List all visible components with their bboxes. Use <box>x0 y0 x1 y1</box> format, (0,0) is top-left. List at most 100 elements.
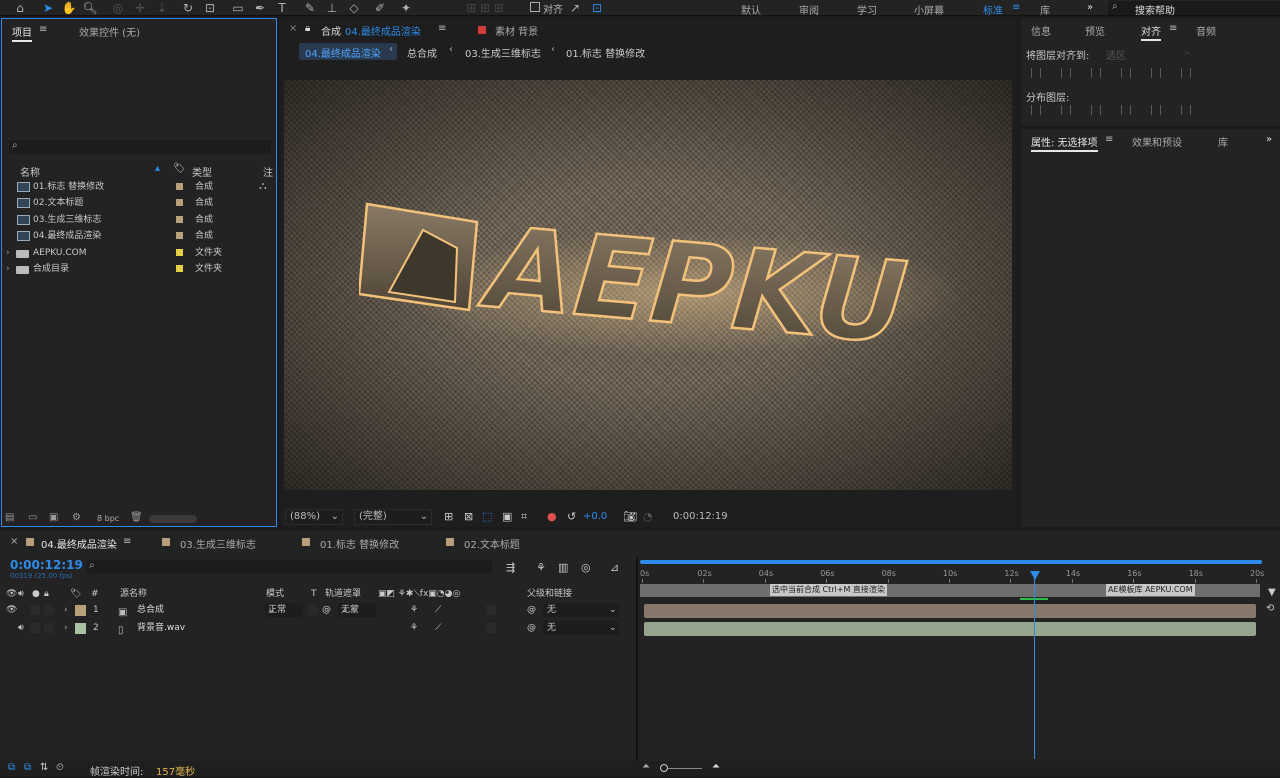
tab-effects-presets[interactable]: 效果和预设 <box>1132 134 1182 149</box>
draft-3d-icon[interactable]: ⚘ <box>536 561 546 574</box>
label-color-swatch[interactable] <box>176 232 183 240</box>
align-right-icon[interactable] <box>1091 68 1101 78</box>
parent-pickwhip-icon[interactable]: @ <box>527 620 536 637</box>
comp-tab-prefix[interactable]: 合成 <box>321 23 341 38</box>
blend-mode-dropdown[interactable]: 正常 ⌄ <box>265 603 303 617</box>
orbit-camera-icon[interactable]: ◎ <box>108 0 128 16</box>
pen-tool-icon[interactable]: ✒ <box>250 0 270 16</box>
exposure-value[interactable]: +0.0 <box>583 511 607 522</box>
tab-properties[interactable]: 属性: 无选择项 <box>1031 134 1098 152</box>
tab-audio[interactable]: 音频 <box>1196 23 1216 38</box>
solo-toggle[interactable] <box>30 605 40 615</box>
solo-toggle[interactable] <box>30 622 40 633</box>
new-comp-icon[interactable]: ▣ <box>49 512 58 523</box>
layer-duration-bar[interactable] <box>644 604 1256 618</box>
work-area-bar[interactable] <box>640 560 1262 564</box>
rotate-tool-icon[interactable]: ↻ <box>178 0 198 16</box>
label-color-swatch[interactable] <box>176 265 183 272</box>
layer-source-name[interactable]: 总合成 <box>137 602 164 619</box>
show-snapshot-icon[interactable]: ◔ <box>643 510 653 523</box>
parent-pickwhip-icon[interactable]: @ <box>527 602 536 619</box>
comp-marker-1[interactable]: 选中当前合成 Ctrl+M 直接渲染 <box>770 584 887 596</box>
distribute-left-icon[interactable] <box>1121 105 1131 115</box>
column-name[interactable]: 名称 <box>20 164 40 179</box>
comp-marker-bin-icon[interactable]: ▼ <box>1268 587 1276 598</box>
lock-icon[interactable]: 🔒︎ <box>305 23 310 34</box>
render-time-icon[interactable]: ⏲ <box>56 762 64 773</box>
zoom-dropdown[interactable]: (88%) ⌄ <box>285 509 343 525</box>
matte-pickwhip-icon[interactable]: @ <box>322 602 331 619</box>
audio-switch-icon[interactable]: 🔊︎ <box>18 586 24 602</box>
layer-row[interactable]: 👁︎ › 1 ▣ 总合成 正常 ⌄ @ 无蒙 ⌄ ⚘ ⟋ @ 无 ⌄ <box>0 602 636 619</box>
project-item[interactable]: 03.生成三维标志 合成 <box>4 212 262 228</box>
snap-box-icon[interactable]: ⊡ <box>587 0 607 16</box>
distribute-top-icon[interactable] <box>1031 105 1041 115</box>
comp-marker-2[interactable]: AE模板库 AEPKU.COM <box>1106 584 1195 596</box>
lock-toggle[interactable] <box>44 622 54 633</box>
zoom-out-icon[interactable]: ⏶ <box>642 761 650 772</box>
thumbnail-scrollbar[interactable] <box>149 515 197 523</box>
dolly-camera-icon[interactable]: ⇣ <box>152 0 172 16</box>
column-type[interactable]: 类型 <box>192 164 212 179</box>
zoom-in-icon[interactable]: ⏶ <box>712 761 720 772</box>
breadcrumb-1[interactable]: 总合成 <box>407 45 437 60</box>
visibility-eye-icon[interactable]: 👁︎ <box>6 602 17 619</box>
graph-editor-icon[interactable]: ⊿ <box>610 561 619 574</box>
transfer-controls-icon[interactable]: ⧉ <box>24 762 31 773</box>
lock-column-icon[interactable]: 🔒︎ <box>44 586 49 602</box>
footage-tab[interactable]: 素材 背景 <box>495 23 538 38</box>
project-item[interactable]: 02.文本标题 合成 <box>4 195 262 211</box>
parent-dropdown[interactable]: 无 ⌄ <box>543 620 619 635</box>
grid-guides-icon[interactable]: ⌗ <box>521 510 527 524</box>
breadcrumb-3[interactable]: 01.标志 替换修改 <box>566 45 645 60</box>
shy-switch-icon[interactable]: ⚘ <box>410 620 418 637</box>
layer-switches-toggle-icon[interactable]: ⧉ <box>8 762 15 773</box>
composition-viewer[interactable]: AEPKU <box>284 80 1012 490</box>
comp-tab-name[interactable]: 04.最终成品渲染 <box>345 23 421 38</box>
motion-blur-toggle[interactable] <box>486 605 496 615</box>
tab-preview[interactable]: 预览 <box>1085 23 1105 38</box>
label-color-swatch[interactable] <box>176 248 183 256</box>
workspace-library[interactable]: 库 <box>1040 2 1050 17</box>
project-item[interactable]: 01.标志 替换修改 合成 <box>4 179 262 195</box>
region-of-interest-icon[interactable]: ▣ <box>502 510 512 523</box>
tab-library[interactable]: 库 <box>1218 134 1228 149</box>
layer-search-input[interactable]: ⌕ <box>86 560 492 574</box>
breadcrumb-2[interactable]: 03.生成三维标志 <box>465 45 541 60</box>
interpret-footage-icon[interactable]: ▤ <box>5 512 14 523</box>
project-menu-icon[interactable]: ≡ <box>39 24 47 35</box>
align-vcenter-icon[interactable] <box>1151 68 1161 78</box>
layer-row[interactable]: 🔊︎ › 2 ▯ 背景音.wav ⚘ ⟋ @ 无 ⌄ <box>0 620 636 637</box>
zoom-slider-handle[interactable] <box>660 764 668 772</box>
comp-mini-flowchart-icon[interactable]: ⇶ <box>506 561 515 574</box>
tab-info[interactable]: 信息 <box>1031 23 1051 38</box>
twirl-arrow-icon[interactable]: › <box>64 602 68 619</box>
tab-project[interactable]: 项目 <box>12 24 32 42</box>
column-track-matte[interactable]: 轨道遮罩 <box>325 586 361 602</box>
label-color-swatch[interactable] <box>176 199 183 207</box>
project-item[interactable]: › 合成目录 文件夹 <box>4 261 262 277</box>
hand-tool-icon[interactable]: ✋ <box>59 0 79 16</box>
rectangle-tool-icon[interactable]: ▭ <box>228 0 248 16</box>
transparency-grid-icon[interactable]: ⊠ <box>464 510 473 523</box>
mask-visibility-icon[interactable]: ⬚ <box>482 510 492 523</box>
viewer-timecode[interactable]: 0:00:12:19 <box>673 511 728 522</box>
column-source-name[interactable]: 源名称 <box>120 586 147 602</box>
layer-duration-bar[interactable] <box>644 621 1256 636</box>
expand-arrow-icon[interactable]: › <box>6 245 10 261</box>
label-color-swatch[interactable] <box>176 215 183 223</box>
type-tool-icon[interactable]: T <box>272 0 292 16</box>
breadcrumb-0[interactable]: 04.最终成品渲染 <box>305 45 381 60</box>
quality-switch-icon[interactable]: ⟋ <box>435 620 441 637</box>
solo-icon[interactable]: ● <box>32 586 40 602</box>
distribute-vcenter-icon[interactable] <box>1061 105 1071 115</box>
audio-speaker-icon[interactable]: 🔊︎ <box>18 620 24 637</box>
playhead-line[interactable] <box>1034 572 1035 759</box>
fast-preview-icon[interactable]: ⊞ <box>444 510 453 523</box>
help-search-box[interactable]: ⌕ 搜索帮助 <box>1108 1 1280 17</box>
workspace-default[interactable]: 默认 <box>741 2 761 17</box>
project-settings-icon[interactable]: ⚙ <box>72 512 81 523</box>
properties-menu-icon[interactable]: ≡ <box>1105 134 1113 145</box>
track-matte-dropdown[interactable]: 无蒙 ⌄ <box>338 603 376 617</box>
layer-label-swatch[interactable] <box>75 622 86 634</box>
